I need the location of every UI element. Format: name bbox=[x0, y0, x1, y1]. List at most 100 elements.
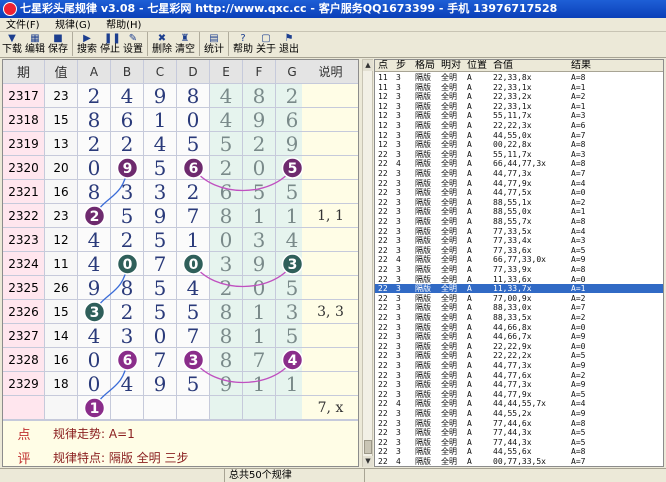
digit-cell: 8 bbox=[210, 204, 243, 228]
scroll-up-icon[interactable]: ▲ bbox=[363, 60, 373, 71]
list-item[interactable]: 22 3 隔版 全明 A 44,77,3x A=9 bbox=[375, 380, 663, 389]
list-item[interactable]: 11 3 隔版 全明 A 22,33,8x A=8 bbox=[375, 73, 663, 82]
table-row[interactable]: 2329 18 0 4 9 5 9 1 1 bbox=[3, 372, 358, 396]
list-item[interactable]: 22 3 隔版 全明 A 77,33,6x A=5 bbox=[375, 245, 663, 255]
menu-rules[interactable]: 规律(G) bbox=[49, 19, 97, 33]
list-item[interactable]: 22 3 隔版 全明 A 44,55,6x A=8 bbox=[375, 447, 663, 456]
list-item[interactable]: 22 3 隔版 全明 A 44,77,3x A=9 bbox=[375, 361, 663, 370]
edit-button[interactable]: ▦ 编辑 bbox=[24, 32, 46, 56]
list-item[interactable]: 22 3 隔版 全明 A 88,55,0x A=1 bbox=[375, 207, 663, 216]
table-row[interactable]: 2320 20 0 9 5 6 2 0 5 bbox=[3, 156, 358, 180]
table-row[interactable]: 2319 13 2 2 4 5 5 2 9 bbox=[3, 132, 358, 156]
list-cell: 3 bbox=[396, 121, 401, 130]
digit-cell: 2 bbox=[111, 228, 144, 252]
list-item[interactable]: 22 4 隔版 全明 A 66,44,77,3x A=8 bbox=[375, 159, 663, 168]
list-item[interactable]: 22 3 隔版 全明 A 44,66,8x A=0 bbox=[375, 323, 663, 332]
list-item[interactable]: 22 3 隔版 全明 A 88,33,0x A=7 bbox=[375, 303, 663, 312]
table-row[interactable]: 2323 12 4 2 5 1 0 3 4 bbox=[3, 228, 358, 252]
list-item[interactable]: 22 3 隔版 全明 A 77,00,9x A=2 bbox=[375, 294, 663, 303]
scroll-thumb[interactable] bbox=[364, 440, 372, 454]
list-header-3[interactable]: 明对 bbox=[441, 60, 461, 72]
digit-cell: 5 bbox=[243, 180, 276, 204]
list-cell: 全明 bbox=[441, 313, 457, 322]
list-item[interactable]: 12 3 隔版 全明 A 22,33,2x A=2 bbox=[375, 92, 663, 102]
table-row[interactable]: 2325 26 9 8 5 4 2 0 5 bbox=[3, 276, 358, 300]
list-item[interactable]: 22 4 隔版 全明 A 66,77,33,0x A=9 bbox=[375, 255, 663, 264]
delete-button[interactable]: ✖ 删除 bbox=[151, 32, 173, 56]
about-button[interactable]: ▢ 关于 bbox=[255, 32, 277, 56]
list-cell: 3 bbox=[396, 92, 401, 102]
list-item[interactable]: 12 3 隔版 全明 A 44,55,0x A=7 bbox=[375, 131, 663, 140]
list-item[interactable]: 22 3 隔版 全明 A 44,77,5x A=0 bbox=[375, 188, 663, 198]
digit-cell: 0 bbox=[177, 108, 210, 132]
list-item[interactable]: 12 3 隔版 全明 A 55,11,7x A=3 bbox=[375, 111, 663, 120]
save-button[interactable]: ■ 保存 bbox=[47, 32, 69, 56]
table-row[interactable]: 2321 16 8 3 3 2 6 5 5 bbox=[3, 180, 358, 204]
list-header-5[interactable]: 合值 bbox=[493, 60, 513, 72]
list-item[interactable]: 22 3 隔版 全明 A 44,55,2x A=9 bbox=[375, 409, 663, 418]
table-row[interactable]: 2324 11 4 0 7 0 3 9 3 bbox=[3, 252, 358, 276]
list-item[interactable]: 22 3 隔版 全明 A 44,77,3x A=7 bbox=[375, 169, 663, 178]
list-cell: A bbox=[467, 245, 472, 255]
list-item[interactable]: 22 3 隔版 全明 A 55,11,7x A=3 bbox=[375, 149, 663, 159]
list-header-1[interactable]: 步 bbox=[396, 60, 406, 72]
list-header-0[interactable]: 点 bbox=[378, 60, 388, 72]
list-item[interactable]: 22 3 隔版 全明 A 11,33,7x A=1 bbox=[375, 284, 663, 294]
list-item[interactable]: 22 3 隔版 全明 A 88,55,1x A=2 bbox=[375, 198, 663, 207]
clear-button[interactable]: ♜ 清空 bbox=[174, 32, 196, 56]
list-header-4[interactable]: 位置 bbox=[467, 60, 487, 72]
list-item[interactable]: 22 3 隔版 全明 A 77,44,6x A=8 bbox=[375, 419, 663, 428]
list-header-2[interactable]: 格局 bbox=[415, 60, 435, 72]
menu-help[interactable]: 帮助(H) bbox=[100, 19, 147, 33]
settings-button[interactable]: ✎ 设置 bbox=[122, 32, 144, 56]
list-item[interactable]: 22 3 隔版 全明 A 44,77,9x A=5 bbox=[375, 390, 663, 399]
table-row[interactable]: 2318 15 8 6 1 0 4 9 6 bbox=[3, 108, 358, 132]
help-button[interactable]: ? 帮助 bbox=[232, 32, 254, 56]
grid-scrollbar[interactable]: ▲ ▼ bbox=[362, 59, 373, 467]
list-item[interactable]: 22 3 隔版 全明 A 22,22,9x A=0 bbox=[375, 342, 663, 351]
exit-button[interactable]: ⚑ 退出 bbox=[278, 32, 300, 56]
list-cell: 全明 bbox=[441, 149, 457, 159]
stats-button[interactable]: ▤ 统计 bbox=[203, 32, 225, 56]
rule-list-header: 点步格局 明对 位置 合值 结果 bbox=[375, 60, 663, 72]
list-item[interactable]: 22 3 隔版 全明 A 77,44,3x A=5 bbox=[375, 428, 663, 437]
scroll-down-icon[interactable]: ▼ bbox=[363, 456, 373, 467]
list-cell: 全明 bbox=[441, 188, 457, 198]
table-row[interactable]: 2317 23 2 4 9 8 4 8 2 bbox=[3, 84, 358, 108]
list-item[interactable]: 22 3 隔版 全明 A 88,55,7x A=8 bbox=[375, 217, 663, 226]
search-button[interactable]: ▶ 搜索 bbox=[76, 32, 98, 56]
table-row[interactable]: 1 7, x bbox=[3, 396, 358, 420]
stop-button[interactable]: ❚❚ 停止 bbox=[99, 32, 121, 56]
footer-label-dot: 点 bbox=[17, 427, 31, 443]
list-cell: 77,33,9x bbox=[493, 265, 532, 274]
download-button[interactable]: ▼ 下载 bbox=[1, 32, 23, 56]
table-row[interactable]: 2328 16 0 6 7 3 8 7 4 bbox=[3, 348, 358, 372]
list-cell: 3 bbox=[396, 245, 401, 255]
list-item[interactable]: 11 3 隔版 全明 A 22,33,1x A=1 bbox=[375, 83, 663, 92]
list-item[interactable]: 12 3 隔版 全明 A 22,33,1x A=1 bbox=[375, 102, 663, 111]
list-item[interactable]: 22 3 隔版 全明 A 22,22,2x A=5 bbox=[375, 351, 663, 360]
value-cell: 13 bbox=[45, 132, 78, 156]
list-header-6[interactable]: 结果 bbox=[571, 60, 591, 72]
menu-file[interactable]: 文件(F) bbox=[0, 19, 46, 33]
header-note: 说明 bbox=[302, 60, 358, 84]
list-cell: 22 bbox=[378, 169, 388, 178]
list-item[interactable]: 22 3 隔版 全明 A 44,66,7x A=9 bbox=[375, 332, 663, 341]
list-item[interactable]: 22 3 隔版 全明 A 44,77,6x A=2 bbox=[375, 371, 663, 380]
table-row[interactable]: 2327 14 4 3 0 7 8 1 5 bbox=[3, 324, 358, 348]
list-item[interactable]: 22 3 隔版 全明 A 77,33,4x A=3 bbox=[375, 236, 663, 246]
list-item[interactable]: 12 3 隔版 全明 A 00,22,8x A=8 bbox=[375, 140, 663, 149]
list-item[interactable]: 22 3 隔版 全明 A 77,33,9x A=8 bbox=[375, 265, 663, 274]
list-item[interactable]: 22 3 隔版 全明 A 88,33,5x A=2 bbox=[375, 313, 663, 322]
settings-icon: ✎ bbox=[128, 33, 138, 44]
list-item[interactable]: 22 3 隔版 全明 A 44,77,9x A=4 bbox=[375, 179, 663, 188]
list-item[interactable]: 22 3 隔版 全明 A 11,33,6x A=0 bbox=[375, 275, 663, 284]
list-item[interactable]: 22 4 隔版 全明 A 44,44,55,7x A=4 bbox=[375, 399, 663, 408]
list-item[interactable]: 22 3 隔版 全明 A 77,33,5x A=4 bbox=[375, 227, 663, 236]
table-row[interactable]: 2322 23 2 5 9 7 8 1 1 1, 1 bbox=[3, 204, 358, 228]
list-item[interactable]: 22 4 隔版 全明 A 00,77,33,5x A=7 bbox=[375, 457, 663, 466]
list-item[interactable]: 12 3 隔版 全明 A 22,22,3x A=6 bbox=[375, 121, 663, 130]
table-row[interactable]: 2326 15 3 2 5 5 8 1 3 3, 3 bbox=[3, 300, 358, 324]
list-item[interactable]: 22 3 隔版 全明 A 77,44,3x A=5 bbox=[375, 438, 663, 447]
list-cell: 3 bbox=[396, 236, 401, 246]
